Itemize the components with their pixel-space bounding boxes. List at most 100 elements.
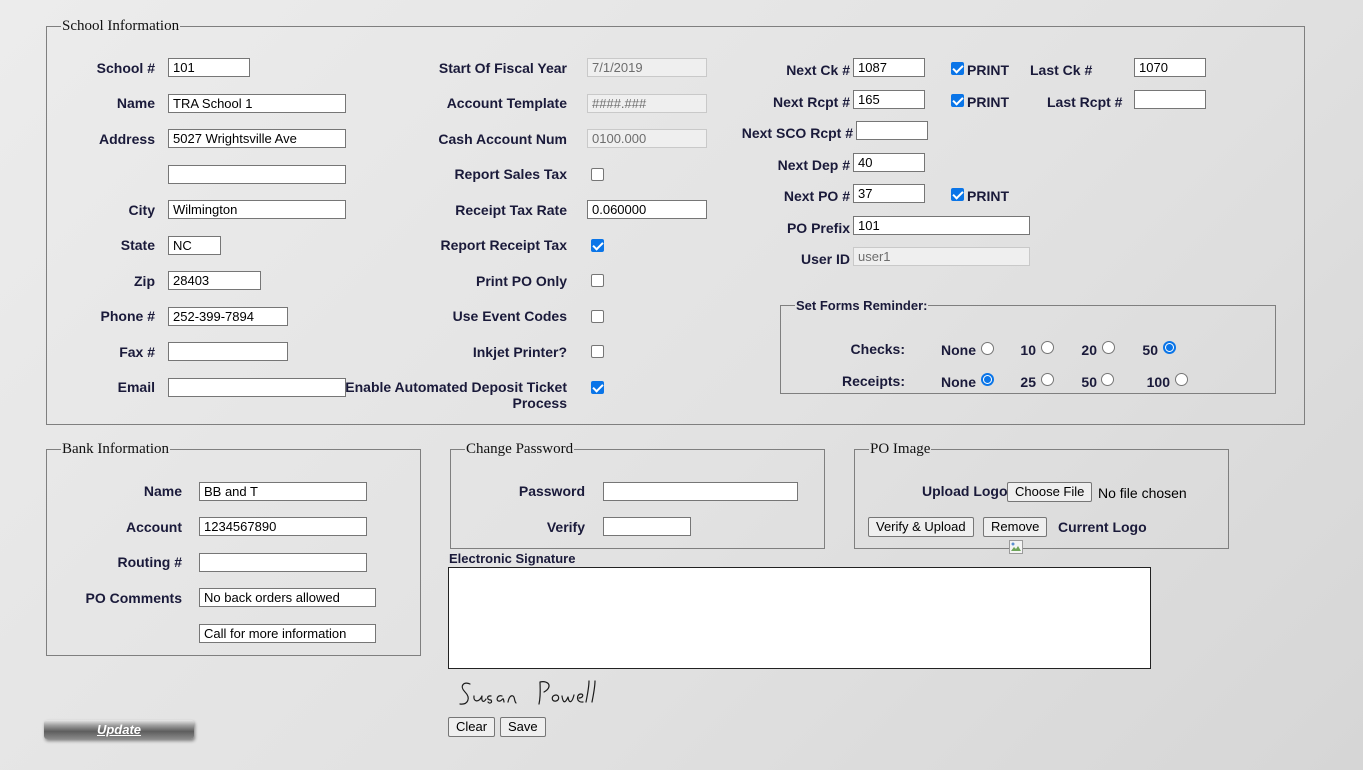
upload-logo-label: Upload Logo (922, 483, 1008, 499)
bank-routing-input[interactable] (199, 553, 367, 572)
print-po-only-checkbox[interactable] (591, 274, 604, 287)
city-input[interactable]: Wilmington (168, 200, 346, 219)
remove-logo-button[interactable]: Remove (983, 517, 1048, 537)
start-fiscal-input: 7/1/2019 (587, 58, 707, 77)
email-input[interactable] (168, 378, 346, 397)
next-po-print-checkbox[interactable] (951, 188, 964, 201)
checks-option-10-label: 10 (1020, 342, 1036, 358)
next-sco-rcpt-input[interactable] (856, 121, 928, 140)
po-comment-line2-input[interactable]: Call for more information (199, 624, 376, 643)
user-id-label: User ID (800, 251, 850, 267)
verify-upload-button[interactable]: Verify & Upload (868, 517, 974, 537)
next-po-label: Next PO # (783, 188, 850, 204)
phone-label: Phone # (100, 308, 155, 324)
bank-name-label: Name (143, 483, 182, 499)
bank-account-label: Account (126, 519, 182, 535)
last-rcpt-label: Last Rcpt # (1047, 94, 1123, 110)
email-label: Email (117, 379, 155, 395)
address-label: Address (98, 131, 155, 147)
school-name-label: Name (116, 95, 155, 111)
next-ck-input[interactable]: 1087 (853, 58, 925, 77)
print-po-only-label: Print PO Only (475, 273, 567, 289)
bank-routing-label: Routing # (117, 554, 182, 570)
enable-deposit-checkbox[interactable] (591, 381, 604, 394)
update-button[interactable]: Update (44, 720, 194, 739)
po-comments-label: PO Comments (85, 590, 182, 606)
use-event-codes-label: Use Event Codes (452, 308, 567, 324)
state-label: State (120, 237, 155, 253)
receipts-option-none-radio[interactable] (981, 373, 994, 386)
report-receipt-tax-label: Report Receipt Tax (440, 237, 567, 253)
signature-pad[interactable] (448, 567, 1151, 669)
receipts-option-25-radio[interactable] (1041, 373, 1054, 386)
account-template-label: Account Template (446, 95, 567, 111)
fax-label: Fax # (119, 344, 155, 360)
signature-image (459, 680, 596, 705)
next-rcpt-input[interactable]: 165 (853, 90, 925, 109)
checks-option-10-radio[interactable] (1041, 341, 1054, 354)
last-rcpt-input[interactable] (1134, 90, 1206, 109)
checks-option-none-radio[interactable] (981, 342, 994, 355)
receipt-tax-rate-label: Receipt Tax Rate (455, 202, 567, 218)
receipts-option-100-label: 100 (1146, 374, 1170, 390)
last-ck-input[interactable]: 1070 (1134, 58, 1206, 77)
checks-option-50-label: 50 (1142, 342, 1158, 358)
inkjet-printer-label: Inkjet Printer? (472, 344, 567, 360)
reminder-receipts-label: Receipts: (841, 373, 905, 389)
state-input[interactable]: NC (168, 236, 221, 255)
zip-label: Zip (134, 273, 155, 289)
po-prefix-input[interactable]: 101 (853, 216, 1030, 235)
checks-option-20-radio[interactable] (1102, 341, 1115, 354)
bank-name-input[interactable]: BB and T (199, 482, 367, 501)
password-label: Password (518, 483, 585, 499)
address-line2-input[interactable] (168, 165, 346, 184)
current-logo-label: Current Logo (1058, 519, 1147, 535)
start-fiscal-label: Start Of Fiscal Year (438, 60, 567, 76)
report-sales-tax-label: Report Sales Tax (454, 166, 567, 182)
next-rcpt-print-checkbox[interactable] (951, 94, 964, 107)
receipts-option-50-radio[interactable] (1101, 373, 1114, 386)
password-input[interactable] (603, 482, 798, 501)
city-label: City (128, 202, 155, 218)
checks-option-none-label: None (941, 342, 976, 358)
checks-option-50-radio[interactable] (1163, 341, 1176, 354)
bank-account-input[interactable]: 1234567890 (199, 517, 367, 536)
enable-deposit-label-line2: Process (512, 395, 567, 411)
cash-account-input: 0100.000 (587, 129, 707, 148)
change-password-legend: Change Password (466, 441, 574, 457)
inkjet-printer-checkbox[interactable] (591, 345, 604, 358)
school-num-label: School # (96, 60, 155, 76)
school-name-input[interactable]: TRA School 1 (168, 94, 346, 113)
last-ck-label: Last Ck # (1030, 62, 1093, 78)
clear-signature-button[interactable]: Clear (448, 717, 496, 737)
use-event-codes-checkbox[interactable] (591, 310, 604, 323)
verify-password-label: Verify (546, 519, 585, 535)
next-po-input[interactable]: 37 (853, 184, 925, 203)
receipt-tax-rate-input[interactable]: 0.060000 (587, 200, 707, 219)
next-sco-rcpt-label: Next SCO Rcpt # (741, 125, 853, 141)
report-sales-tax-checkbox[interactable] (591, 168, 604, 181)
report-receipt-tax-checkbox[interactable] (591, 239, 604, 252)
save-signature-button[interactable]: Save (500, 717, 546, 737)
cash-account-label: Cash Account Num (438, 131, 567, 147)
bank-information-legend: Bank Information (62, 441, 170, 457)
po-image-legend: PO Image (870, 441, 931, 457)
school-information-legend: School Information (62, 18, 180, 34)
next-ck-print-label: PRINT (967, 62, 1009, 78)
receipts-option-25-label: 25 (1020, 374, 1036, 390)
zip-input[interactable]: 28403 (168, 271, 261, 290)
verify-password-input[interactable] (603, 517, 691, 536)
receipts-option-100-radio[interactable] (1175, 373, 1188, 386)
next-dep-input[interactable]: 40 (853, 153, 925, 172)
address-line1-input[interactable]: 5027 Wrightsville Ave (168, 129, 346, 148)
next-ck-print-checkbox[interactable] (951, 62, 964, 75)
school-num-input[interactable]: 101 (168, 58, 250, 77)
next-rcpt-print-label: PRINT (967, 94, 1009, 110)
fax-input[interactable] (168, 342, 288, 361)
receipts-option-50-label: 50 (1081, 374, 1097, 390)
phone-input[interactable]: 252-399-7894 (168, 307, 288, 326)
po-prefix-label: PO Prefix (786, 220, 850, 236)
po-comment-line1-input[interactable]: No back orders allowed (199, 588, 376, 607)
next-dep-label: Next Dep # (777, 157, 850, 173)
choose-file-button[interactable]: Choose File (1007, 482, 1093, 502)
